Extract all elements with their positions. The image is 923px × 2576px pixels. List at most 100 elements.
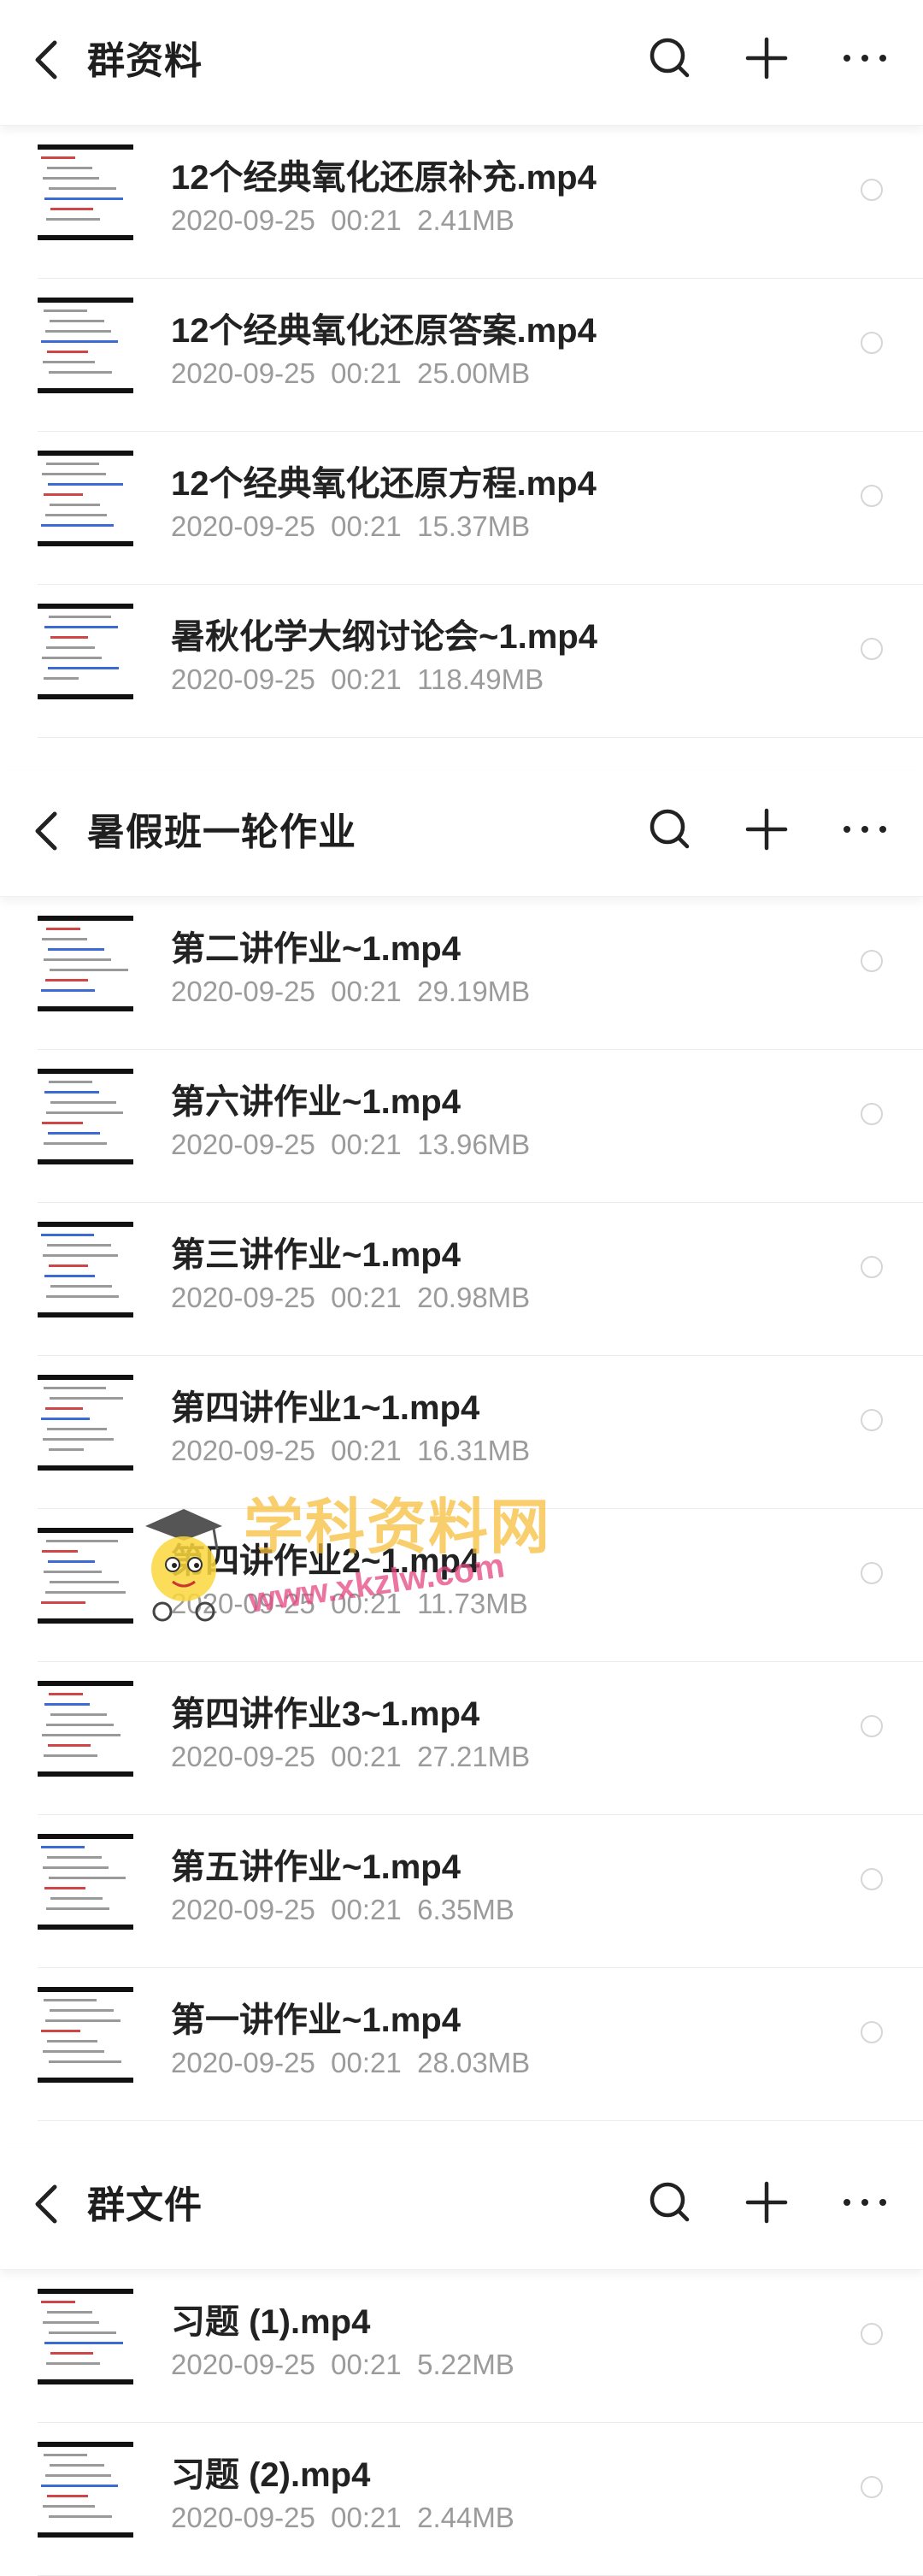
file-time: 00:21 (331, 357, 402, 389)
file-row[interactable]: 第四讲作业1~1.mp4 2020-09-25 00:21 16.31MB (0, 1356, 923, 1509)
video-thumbnail (38, 2442, 133, 2538)
file-time: 00:21 (331, 1741, 402, 1772)
back-chevron-icon[interactable] (29, 2178, 63, 2230)
video-thumbnail (38, 2289, 133, 2384)
plus-icon[interactable] (741, 804, 792, 855)
video-thumbnail (38, 1528, 133, 1624)
file-time: 00:21 (331, 510, 402, 542)
file-size: 28.03MB (417, 2047, 531, 2078)
file-name: 习题 (2).mp4 (171, 2456, 371, 2494)
file-meta: 2020-09-25 00:21 29.19MB (171, 974, 530, 1010)
file-name: 12个经典氧化还原补充.mp4 (171, 159, 597, 197)
file-date: 2020-09-25 (171, 976, 315, 1007)
radio-circle-icon[interactable] (861, 332, 883, 354)
row-divider (38, 737, 923, 738)
file-meta: 2020-09-25 00:21 5.22MB (171, 2347, 514, 2383)
file-time: 00:21 (331, 2349, 402, 2380)
file-section: 群文件 习题 (1).mp4 2020-09-25 00:21 5.22MB 习题 (… (0, 2144, 923, 2576)
file-row[interactable]: 第二讲作业~1.mp4 2020-09-25 00:21 29.19MB (0, 897, 923, 1050)
radio-circle-icon[interactable] (861, 2021, 883, 2043)
radio-circle-icon[interactable] (861, 179, 883, 201)
file-date: 2020-09-25 (171, 2349, 315, 2380)
file-row[interactable]: 12个经典氧化还原答案.mp4 2020-09-25 00:21 25.00MB (0, 279, 923, 432)
file-meta: 2020-09-25 00:21 27.21MB (171, 1739, 530, 1775)
file-meta: 2020-09-25 00:21 11.73MB (171, 1586, 528, 1622)
back-chevron-icon[interactable] (29, 805, 63, 857)
file-row[interactable]: 第三讲作业~1.mp4 2020-09-25 00:21 20.98MB (0, 1203, 923, 1356)
file-meta: 2020-09-25 00:21 16.31MB (171, 1433, 530, 1469)
file-size: 11.73MB (417, 1588, 528, 1619)
file-meta: 2020-09-25 00:21 6.35MB (171, 1892, 514, 1928)
radio-circle-icon[interactable] (861, 638, 883, 660)
file-date: 2020-09-25 (171, 357, 315, 389)
more-dots-icon[interactable] (839, 32, 891, 84)
file-date: 2020-09-25 (171, 1588, 315, 1619)
file-row[interactable]: 第四讲作业3~1.mp4 2020-09-25 00:21 27.21MB (0, 1662, 923, 1815)
radio-circle-icon[interactable] (861, 1562, 883, 1584)
file-name: 暑秋化学大纲讨论会~1.mp4 (171, 618, 597, 656)
more-dots-icon[interactable] (839, 804, 891, 855)
section-title: 群资料 (87, 40, 203, 82)
file-row[interactable]: 第六讲作业~1.mp4 2020-09-25 00:21 13.96MB (0, 1050, 923, 1203)
file-size: 16.31MB (417, 1435, 531, 1466)
file-row[interactable]: 第一讲作业~1.mp4 2020-09-25 00:21 28.03MB (0, 1968, 923, 2121)
file-name: 第四讲作业2~1.mp4 (171, 1542, 480, 1580)
radio-circle-icon[interactable] (861, 2476, 883, 2498)
file-time: 00:21 (331, 976, 402, 1007)
back-chevron-icon[interactable] (29, 34, 63, 85)
radio-circle-icon[interactable] (861, 1103, 883, 1125)
file-name: 第四讲作业1~1.mp4 (171, 1389, 480, 1427)
file-row[interactable]: 暑秋化学大纲讨论会~1.mp4 2020-09-25 00:21 118.49MB (0, 585, 923, 738)
file-row[interactable]: 第四讲作业2~1.mp4 2020-09-25 00:21 11.73MB (0, 1509, 923, 1662)
file-size: 5.22MB (417, 2349, 514, 2380)
search-icon[interactable] (644, 32, 696, 84)
radio-circle-icon[interactable] (861, 1256, 883, 1278)
file-section: 暑假班一轮作业第二讲作业~1.mp4 2020-09-25 00:21 29.19… (0, 771, 923, 2121)
file-date: 2020-09-25 (171, 204, 315, 236)
file-meta: 2020-09-25 00:21 13.96MB (171, 1127, 530, 1163)
file-meta: 2020-09-25 00:21 2.44MB (171, 2500, 514, 2536)
file-section: 群资料 12个经典氧化还原补充.mp4 2020-09-25 00:21 2.41M… (0, 0, 923, 738)
file-meta: 2020-09-25 00:21 28.03MB (171, 2045, 530, 2081)
plus-icon[interactable] (741, 32, 792, 84)
file-size: 15.37MB (417, 510, 531, 542)
file-time: 00:21 (331, 1129, 402, 1160)
file-size: 2.44MB (417, 2502, 514, 2533)
plus-icon[interactable] (741, 2177, 792, 2228)
file-name: 第三讲作业~1.mp4 (171, 1236, 461, 1274)
video-thumbnail (38, 1222, 133, 1317)
video-thumbnail (38, 144, 133, 240)
more-dots-icon[interactable] (839, 2177, 891, 2228)
file-name: 第二讲作业~1.mp4 (171, 930, 461, 968)
radio-circle-icon[interactable] (861, 485, 883, 507)
search-icon[interactable] (644, 2177, 696, 2228)
file-size: 20.98MB (417, 1282, 531, 1313)
file-time: 00:21 (331, 204, 402, 236)
video-thumbnail (38, 604, 133, 699)
row-divider (38, 2120, 923, 2121)
file-date: 2020-09-25 (171, 510, 315, 542)
file-date: 2020-09-25 (171, 1741, 315, 1772)
file-date: 2020-09-25 (171, 1894, 315, 1925)
file-name: 第一讲作业~1.mp4 (171, 2001, 461, 2039)
section-header: 暑假班一轮作业 (0, 771, 923, 897)
file-list: 12个经典氧化还原补充.mp4 2020-09-25 00:21 2.41MB 12… (0, 126, 923, 738)
radio-circle-icon[interactable] (861, 2323, 883, 2345)
video-thumbnail (38, 1681, 133, 1777)
file-row[interactable]: 12个经典氧化还原方程.mp4 2020-09-25 00:21 15.37MB (0, 432, 923, 585)
radio-circle-icon[interactable] (861, 1409, 883, 1431)
radio-circle-icon[interactable] (861, 1715, 883, 1737)
video-thumbnail (38, 451, 133, 546)
radio-circle-icon[interactable] (861, 1868, 883, 1890)
search-icon[interactable] (644, 804, 696, 855)
file-row[interactable]: 习题 (2).mp4 2020-09-25 00:21 2.44MB (0, 2423, 923, 2576)
file-date: 2020-09-25 (171, 2502, 315, 2533)
file-row[interactable]: 第五讲作业~1.mp4 2020-09-25 00:21 6.35MB (0, 1815, 923, 1968)
radio-circle-icon[interactable] (861, 950, 883, 972)
file-row[interactable]: 12个经典氧化还原补充.mp4 2020-09-25 00:21 2.41MB (0, 126, 923, 279)
file-name: 习题 (1).mp4 (171, 2303, 371, 2341)
section-title: 暑假班一轮作业 (87, 811, 356, 853)
file-meta: 2020-09-25 00:21 118.49MB (171, 662, 544, 698)
file-time: 00:21 (331, 1588, 402, 1619)
file-row[interactable]: 习题 (1).mp4 2020-09-25 00:21 5.22MB (0, 2270, 923, 2423)
